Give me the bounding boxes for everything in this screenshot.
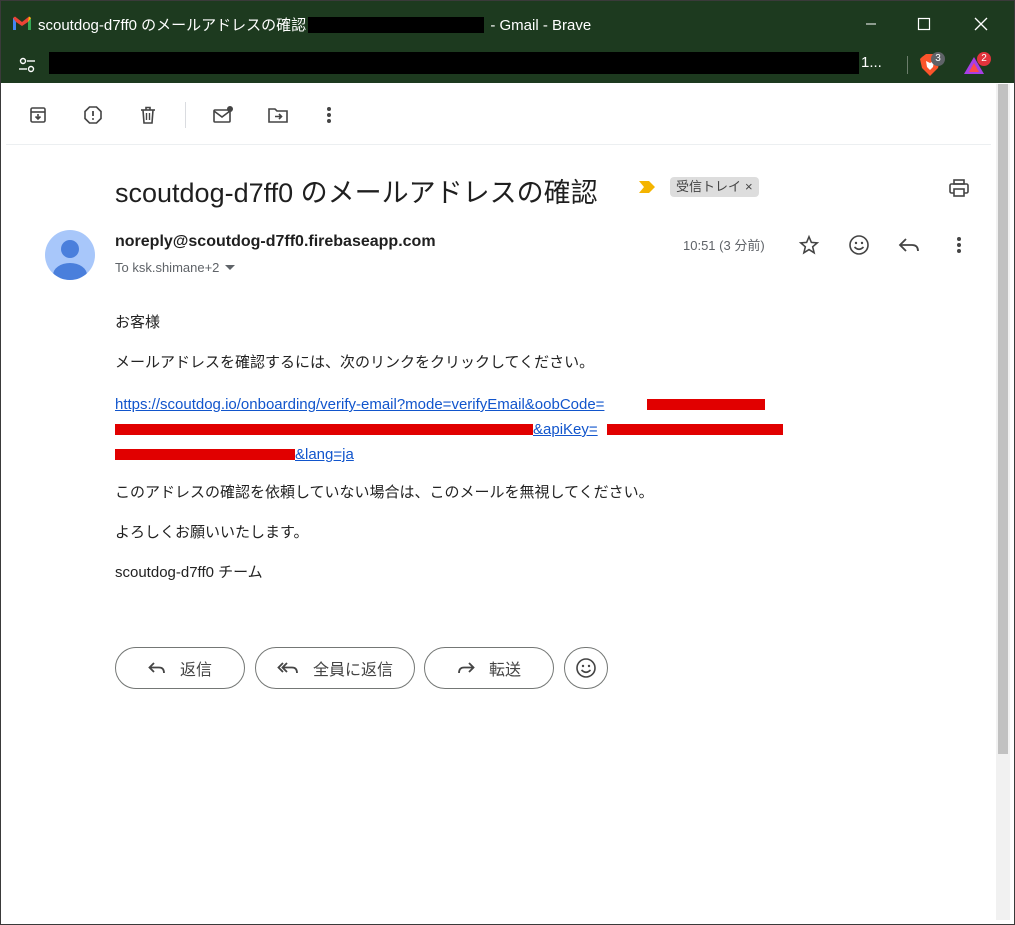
- archive-button[interactable]: [25, 102, 51, 128]
- reply-icon: [148, 662, 165, 674]
- address-bar[interactable]: 1... 3 2: [1, 47, 1014, 83]
- redaction-mark: [115, 449, 295, 460]
- message-toolbar: [6, 84, 991, 145]
- link-line[interactable]: https://scoutdog.io/onboarding/verify-em…: [115, 396, 604, 413]
- site-settings-icon[interactable]: [18, 56, 36, 74]
- gmail-logo-icon: [13, 16, 31, 30]
- browser-window: scoutdog-d7ff0 のメールアドレスの確認 - Gmail - Bra…: [0, 0, 1015, 925]
- gmail-content: scoutdog-d7ff0 のメールアドレスの確認 受信トレイ × norepl…: [6, 84, 996, 920]
- url-text[interactable]: 1...: [861, 54, 882, 71]
- add-reaction-button[interactable]: [846, 232, 872, 258]
- move-folder-icon: [268, 108, 288, 123]
- window-title: scoutdog-d7ff0 のメールアドレスの確認 - Gmail - Bra…: [38, 17, 592, 34]
- brave-shields-button[interactable]: 3: [919, 52, 945, 82]
- scrollbar-thumb[interactable]: [998, 84, 1008, 754]
- brave-rewards-button[interactable]: 2: [962, 52, 991, 82]
- minimize-icon: [866, 23, 876, 25]
- redacted-block: [308, 17, 485, 33]
- emoji-reaction-button[interactable]: [564, 647, 608, 689]
- signature: scoutdog-d7ff0 チーム: [115, 564, 263, 581]
- star-icon: [798, 234, 820, 255]
- reply-button[interactable]: 返信: [115, 647, 245, 689]
- forward-button[interactable]: 転送: [424, 647, 554, 689]
- more-vert-icon: [957, 237, 961, 253]
- toolbar-divider: [185, 102, 186, 128]
- body-line: メールアドレスを確認するには、次のリンクをクリックしてください。: [115, 354, 595, 371]
- rewards-badge: 2: [977, 52, 991, 66]
- redaction-mark: [647, 399, 765, 410]
- close-button[interactable]: [958, 9, 1004, 39]
- body-line: よろしくお願いいたします。: [115, 524, 309, 541]
- sender-address[interactable]: noreply@scoutdog-d7ff0.firebaseapp.com: [115, 233, 436, 251]
- mail-unread-icon: [213, 106, 233, 123]
- archive-icon: [30, 107, 46, 123]
- delete-button[interactable]: [135, 102, 161, 128]
- print-icon: [949, 179, 969, 197]
- emoji-icon: [849, 235, 869, 255]
- star-button[interactable]: [796, 232, 822, 258]
- print-button[interactable]: [948, 178, 970, 203]
- maximize-icon: [917, 17, 931, 31]
- link-line[interactable]: &apiKey=: [533, 417, 598, 442]
- reply-all-icon: [277, 662, 298, 674]
- close-icon: [974, 17, 988, 31]
- recipients-dropdown-icon[interactable]: [225, 265, 236, 270]
- spam-icon: [84, 106, 102, 124]
- redacted-url: [49, 52, 859, 74]
- title-bar: scoutdog-d7ff0 のメールアドレスの確認 - Gmail - Bra…: [1, 1, 1014, 47]
- shields-badge: 3: [931, 52, 945, 66]
- forward-icon: [458, 662, 475, 674]
- link-line[interactable]: &lang=ja: [295, 442, 354, 467]
- default-avatar-icon: [53, 240, 87, 280]
- redaction-mark: [607, 424, 783, 435]
- message-more-button[interactable]: [946, 232, 972, 258]
- trash-icon: [141, 106, 155, 124]
- body-line: このアドレスの確認を依頼していない場合は、このメールを無視してください。: [115, 484, 654, 501]
- important-marker-icon[interactable]: [638, 180, 656, 194]
- more-options-button[interactable]: [316, 102, 342, 128]
- minimize-button[interactable]: [848, 9, 894, 39]
- sender-avatar[interactable]: [45, 230, 95, 280]
- report-spam-button[interactable]: [80, 102, 106, 128]
- remove-label-icon[interactable]: ×: [745, 179, 753, 194]
- verification-link[interactable]: https://scoutdog.io/onboarding/verify-em…: [115, 392, 795, 467]
- greeting: お客様: [115, 314, 161, 331]
- emoji-icon: [576, 658, 596, 678]
- reply-header-button[interactable]: [896, 232, 922, 258]
- maximize-button[interactable]: [901, 9, 947, 39]
- move-to-button[interactable]: [265, 102, 291, 128]
- received-time: 10:51 (3 分前): [683, 238, 765, 253]
- recipients[interactable]: To ksk.shimane+2: [115, 260, 236, 275]
- email-subject: scoutdog-d7ff0 のメールアドレスの確認: [115, 178, 598, 208]
- mark-unread-button[interactable]: [210, 102, 236, 128]
- redaction-mark: [115, 424, 533, 435]
- reply-all-button[interactable]: 全員に返信: [255, 647, 415, 689]
- divider: [907, 56, 908, 74]
- reply-icon: [898, 238, 919, 252]
- more-vert-icon: [327, 107, 331, 123]
- vertical-scrollbar[interactable]: [996, 84, 1010, 920]
- inbox-label-chip[interactable]: 受信トレイ ×: [670, 177, 759, 197]
